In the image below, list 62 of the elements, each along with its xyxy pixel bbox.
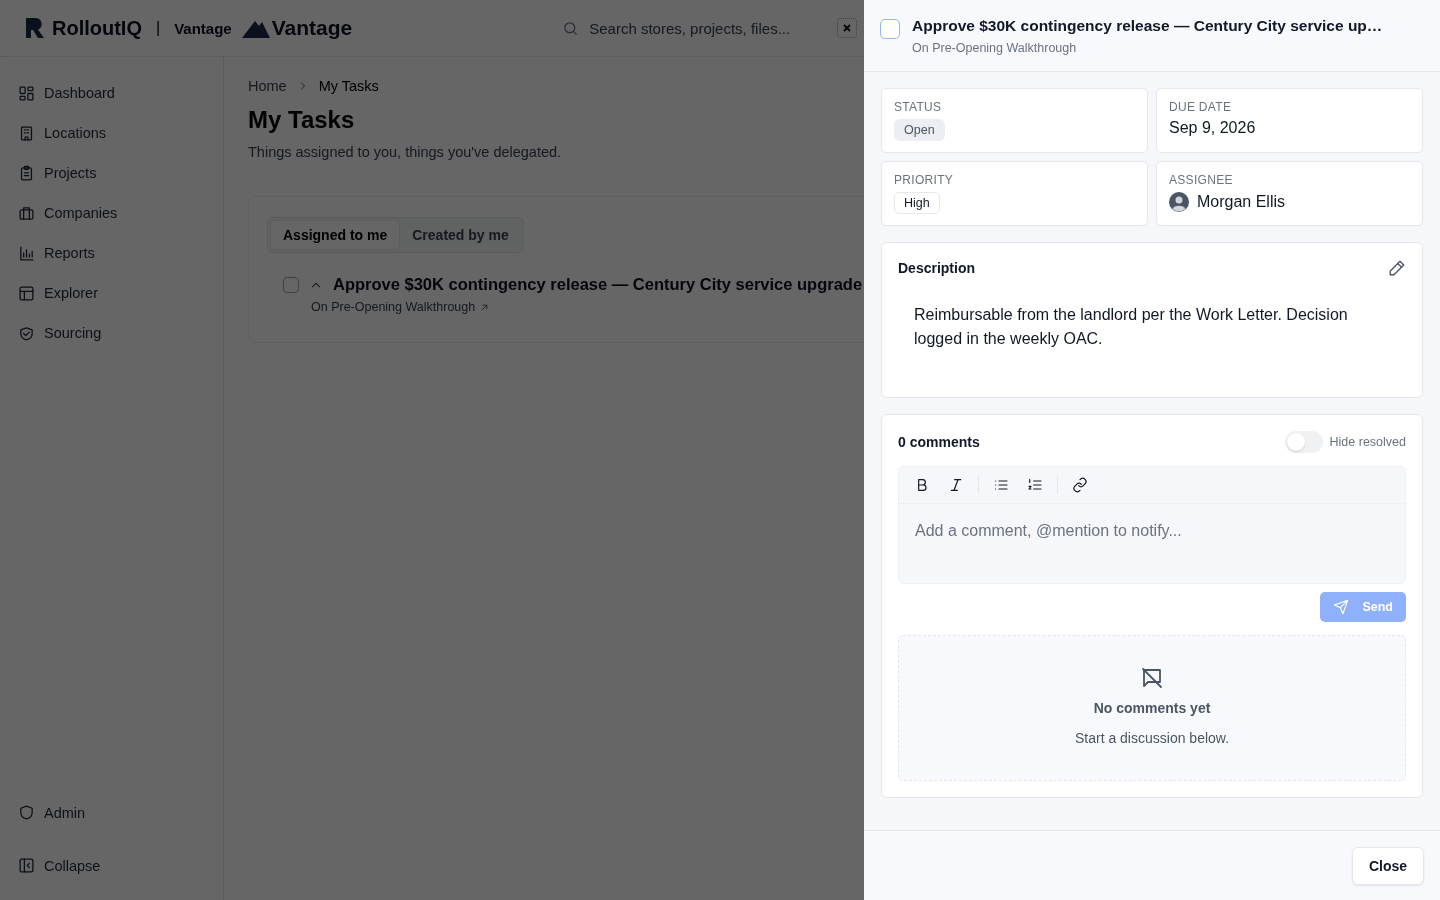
search-icon — [562, 19, 580, 37]
checkbox[interactable] — [283, 276, 299, 293]
page-subtitle: Things assigned to you, things you've delegated. — [248, 144, 562, 160]
divider-text: | — [156, 19, 161, 37]
sidebar-icon — [18, 124, 35, 142]
sidebar-item[interactable]: Explorer — [18, 273, 205, 313]
italic-icon — [948, 477, 964, 493]
sidebar-item[interactable]: Reports — [18, 233, 205, 273]
field-label: STATUS — [894, 100, 943, 114]
breadcrumb-link[interactable]: Home — [248, 78, 287, 94]
checkbox[interactable] — [880, 19, 900, 39]
task-title[interactable]: Approve $30K contingency release — Century City service upgrade — [333, 275, 863, 294]
description-heading: Description — [898, 260, 975, 276]
sidebar-item[interactable]: Dashboard — [18, 73, 205, 113]
priority-tag: High — [894, 192, 940, 214]
field-label: ASSIGNEE — [1169, 173, 1234, 187]
sidebar-icon — [18, 244, 35, 262]
task-parent: On Pre-Opening Walkthrough — [912, 41, 1078, 55]
comments-count: 0 comments — [898, 434, 980, 450]
drawer-title: Approve $30K contingency release — Century City service up… — [912, 17, 1383, 35]
pencil-icon[interactable] — [1388, 259, 1406, 277]
workspace-name: Vantage — [174, 19, 232, 37]
link-icon — [1072, 477, 1088, 493]
sidebar-item[interactable]: Projects — [18, 153, 205, 193]
sidebar-item[interactable]: Locations — [18, 113, 205, 153]
sidebar-icon — [18, 324, 35, 342]
numbered-list-icon — [1027, 477, 1043, 493]
task-parent-link[interactable]: On Pre-Opening Walkthrough — [311, 300, 476, 314]
send-icon — [1333, 599, 1350, 615]
avatar-icon — [1169, 192, 1189, 212]
sidebar-icon — [18, 84, 35, 102]
page-title: My Tasks — [248, 106, 355, 134]
description-text: Reimbursable from the landlord per the Work Letter. Decision logged in the weekly OAC. — [914, 305, 1349, 349]
field-label: PRIORITY — [894, 173, 955, 187]
field-label: DUE DATE — [1169, 100, 1233, 114]
toggle-switch[interactable] — [1284, 431, 1323, 453]
search-field[interactable]: Search stores, projects, files... — [587, 18, 822, 38]
logo-text: RolloutIQ — [52, 16, 142, 40]
assignee-name: Morgan Ellis — [1197, 193, 1286, 211]
bullet-list-icon — [993, 477, 1009, 493]
sidebar-icon — [18, 804, 35, 821]
toggle-label: Hide resolved — [1329, 435, 1406, 449]
sidebar-item[interactable]: Companies — [18, 193, 205, 233]
logo-icon — [24, 16, 46, 40]
breadcrumb-link[interactable]: My Tasks — [318, 78, 379, 94]
sidebar-icon — [18, 857, 35, 874]
sidebar-icon — [18, 204, 35, 222]
sidebar-icon — [18, 164, 35, 182]
sidebar-item[interactable]: Collapse — [18, 839, 205, 892]
empty-text: Start a discussion below. — [1074, 730, 1230, 746]
comment-off-icon — [1140, 666, 1164, 690]
comment-field[interactable]: Add a comment, @mention to notify... — [898, 504, 1406, 584]
close-button[interactable]: Close — [1351, 847, 1424, 885]
status-badge: Open — [894, 119, 945, 141]
sidebar-item[interactable]: Sourcing — [18, 313, 205, 353]
empty-title: No comments yet — [1093, 700, 1211, 716]
tab[interactable]: Assigned to me — [270, 220, 401, 250]
tab[interactable]: Created by me — [400, 220, 521, 250]
brand-name: Vantage — [271, 16, 353, 40]
field-value: Sep 9, 2026 — [1169, 119, 1256, 136]
sidebar-item[interactable]: Admin — [18, 786, 205, 839]
sidebar-icon — [18, 284, 35, 302]
